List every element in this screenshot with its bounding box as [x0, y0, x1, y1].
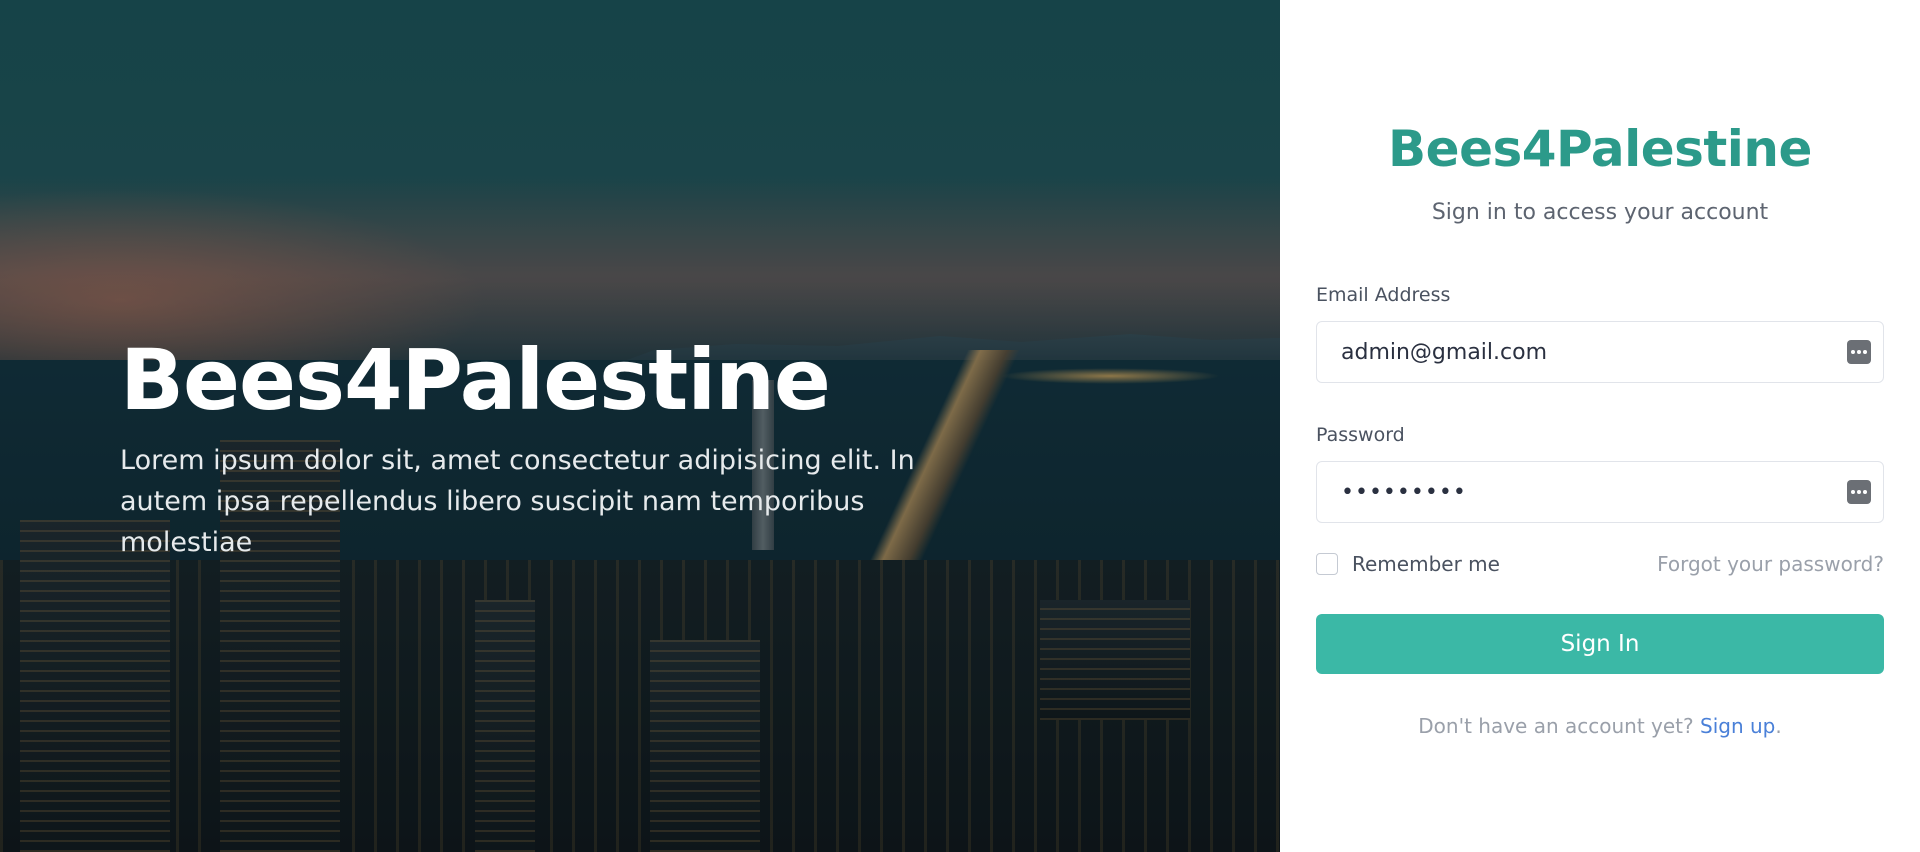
- login-subtitle: Sign in to access your account: [1431, 200, 1769, 225]
- signup-prompt: Don't have an account yet? Sign up.: [1280, 712, 1920, 740]
- password-manager-icon[interactable]: [1847, 480, 1871, 504]
- password-manager-icon[interactable]: [1847, 340, 1871, 364]
- sign-in-button[interactable]: Sign In: [1316, 614, 1884, 674]
- email-field[interactable]: [1317, 322, 1827, 382]
- hero-panel: Bees4Palestine Lorem ipsum dolor sit, am…: [0, 0, 1280, 852]
- email-field-wrapper: [1316, 321, 1884, 383]
- sign-up-link[interactable]: Sign up: [1700, 714, 1775, 738]
- brand-title: Bees4Palestine: [1388, 120, 1812, 178]
- remember-me-checkbox[interactable]: [1316, 553, 1338, 575]
- signup-prompt-text: Don't have an account yet?: [1418, 714, 1694, 738]
- password-label: Password: [1316, 424, 1405, 446]
- signup-prompt-suffix: .: [1775, 714, 1782, 738]
- login-panel: Bees4Palestine Sign in to access your ac…: [1280, 0, 1920, 852]
- login-page: Bees4Palestine Lorem ipsum dolor sit, am…: [0, 0, 1920, 852]
- hero-description: Lorem ipsum dolor sit, amet consectetur …: [120, 445, 915, 558]
- hero-content: Bees4Palestine Lorem ipsum dolor sit, am…: [120, 330, 1020, 563]
- password-field[interactable]: [1317, 462, 1827, 522]
- hero-title: Bees4Palestine: [120, 331, 831, 429]
- remember-me[interactable]: Remember me: [1316, 551, 1500, 577]
- email-label: Email Address: [1316, 284, 1451, 306]
- remember-me-label: Remember me: [1352, 552, 1500, 576]
- forgot-password-link[interactable]: Forgot your password?: [1657, 551, 1884, 577]
- password-field-wrapper: [1316, 461, 1884, 523]
